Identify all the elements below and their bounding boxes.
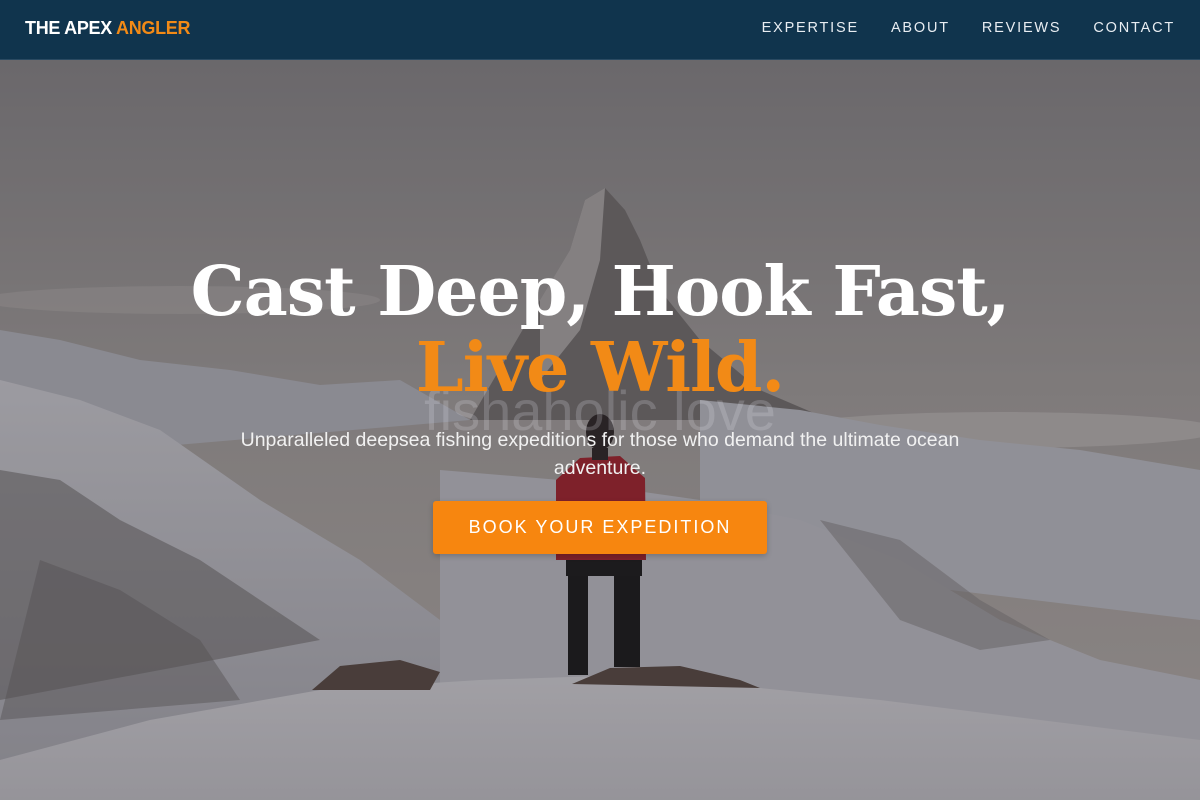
hero-section: fishaholic love Cast Deep, Hook Fast, Li… (0, 0, 1200, 800)
nav-link-contact[interactable]: CONTACT (1093, 20, 1175, 36)
brand-name-primary: THE APEX (25, 18, 112, 38)
nav-link-about[interactable]: ABOUT (891, 20, 950, 36)
landing-page: THE APEX ANGLER EXPERTISE ABOUT REVIEWS … (0, 0, 1200, 800)
brand-logo[interactable]: THE APEX ANGLER (25, 18, 191, 39)
nav-link-expertise[interactable]: EXPERTISE (762, 20, 859, 36)
hero-headline: Cast Deep, Hook Fast, (190, 252, 1011, 332)
book-expedition-button[interactable]: BOOK YOUR EXPEDITION (433, 501, 767, 554)
nav-menu: EXPERTISE ABOUT REVIEWS CONTACT (762, 20, 1175, 36)
hero-subtitle: Unparalleled deepsea fishing expeditions… (240, 429, 960, 479)
brand-name-accent: ANGLER (116, 18, 191, 38)
nav-link-reviews[interactable]: REVIEWS (982, 20, 1061, 36)
hero-headline-accent: Live Wild. (415, 328, 785, 408)
navbar: THE APEX ANGLER EXPERTISE ABOUT REVIEWS … (0, 0, 1200, 60)
